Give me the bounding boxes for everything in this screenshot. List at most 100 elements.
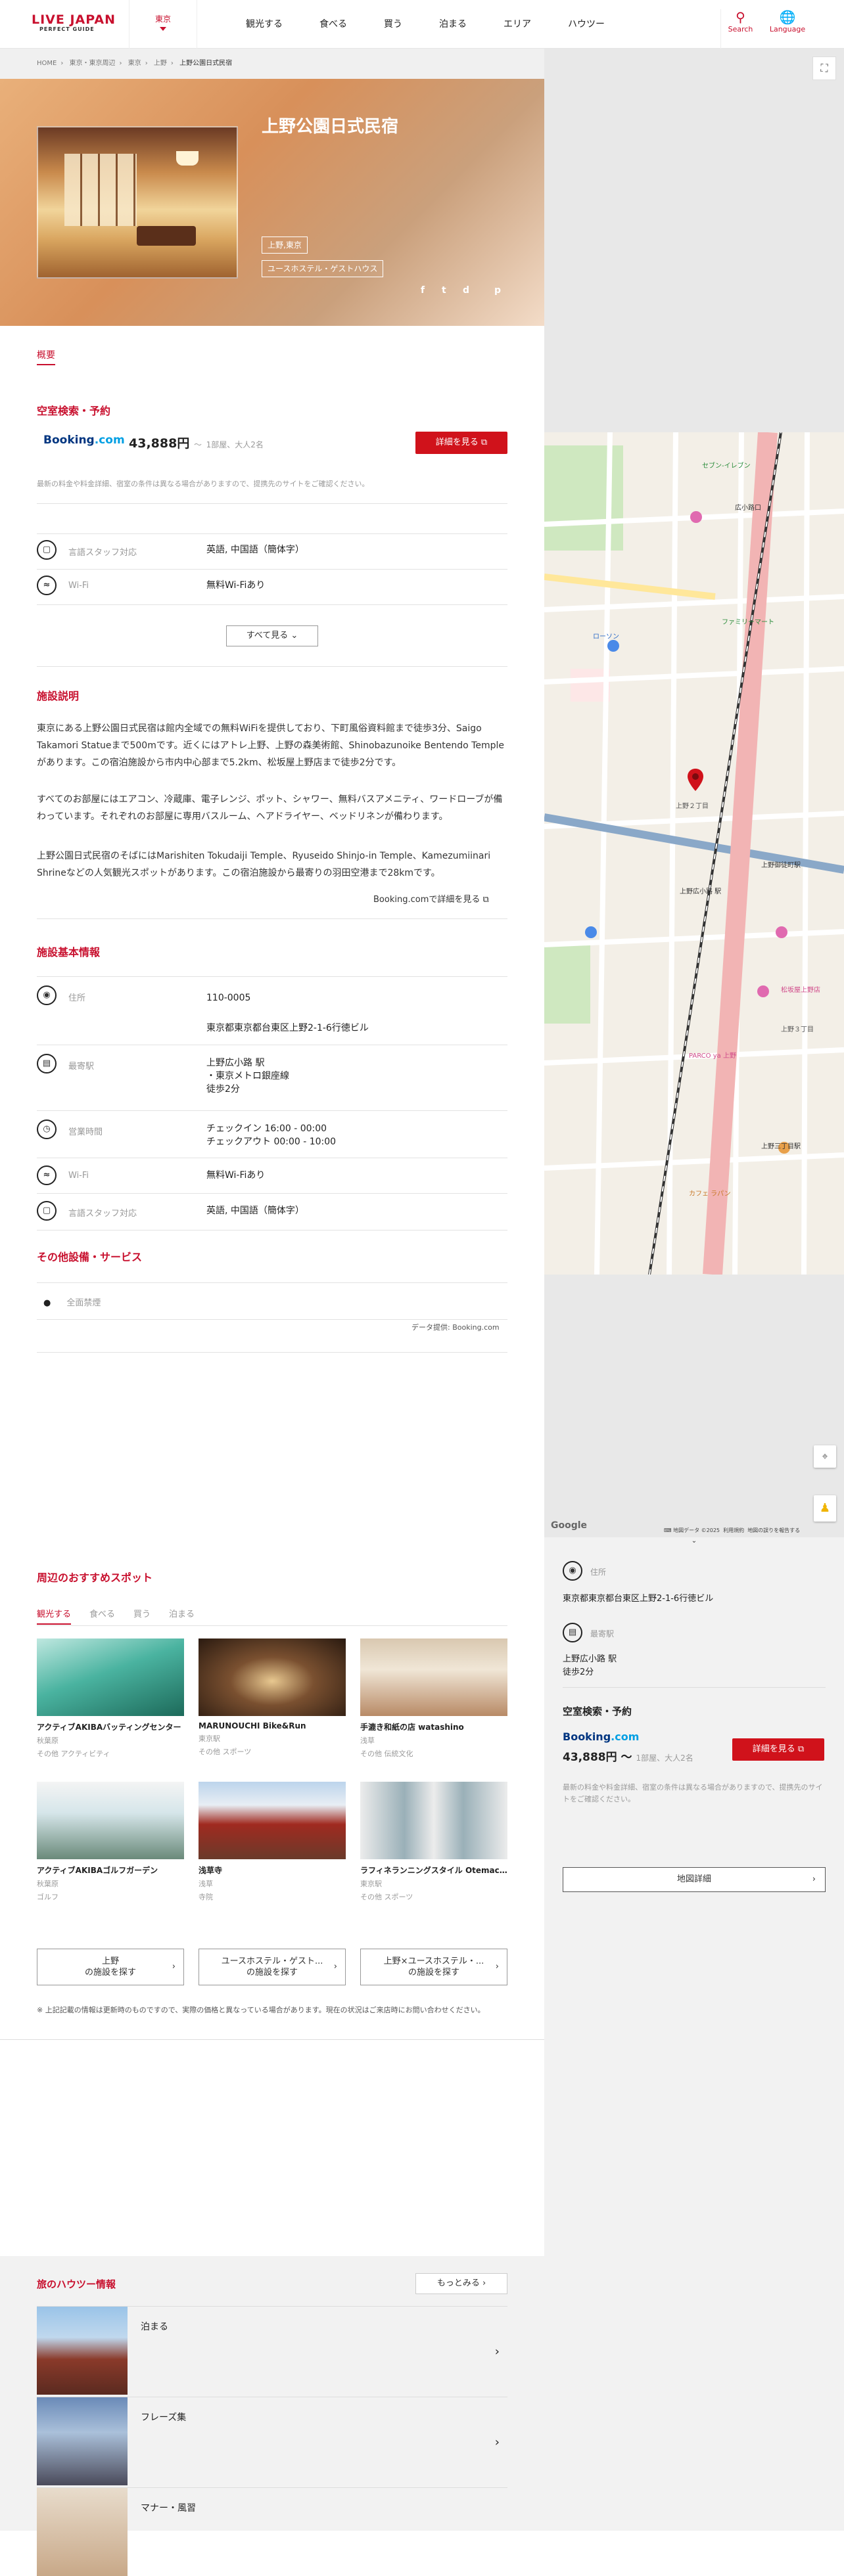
external-link-icon: ⧉: [481, 438, 488, 447]
language-label: Language: [769, 25, 806, 34]
facility-row: ▢ 言語スタッフ対応 英語, 中国語（簡体字）: [37, 540, 507, 568]
train-icon: ▤: [37, 1054, 57, 1073]
booking-detail-button[interactable]: 詳細を見る ⧉: [415, 432, 507, 454]
nearby-footnote: ※ 上記記載の情報は更新時のものですので、実際の価格と異なっている場合があります…: [37, 2006, 485, 2014]
show-all-button[interactable]: すべて見る ⌄: [226, 625, 318, 646]
spot-card[interactable]: MARUNOUCHI Bike&Run 東京駅 その他 スポーツ: [199, 1638, 346, 1757]
description-paragraph: 上野公園日式民宿のそばにはMarishiten Tokudaiji Temple…: [37, 851, 491, 878]
spot-image: [37, 1782, 184, 1859]
spot-image: [360, 1782, 507, 1859]
hero-photo[interactable]: [37, 126, 238, 279]
area-label: 東京: [154, 14, 171, 24]
facebook-icon[interactable]: f: [421, 285, 425, 296]
description-title: 施設説明: [37, 690, 80, 702]
map-label: ローソン: [593, 633, 619, 641]
howto-item[interactable]: フレーズ集 ›: [37, 2397, 507, 2485]
area-selector[interactable]: 東京: [129, 0, 197, 49]
chevron-right-icon: ›: [119, 60, 122, 67]
wifi-icon: ≈: [37, 1165, 57, 1185]
more-button[interactable]: もっとみる ›: [415, 2273, 507, 2294]
location-pin-icon: ◉: [37, 985, 57, 1005]
tab-overview[interactable]: 概要: [37, 348, 55, 365]
chat-icon: ▢: [37, 1201, 57, 1221]
chevron-right-icon: ›: [60, 60, 64, 67]
nav-item-eat[interactable]: 食べる: [301, 0, 365, 49]
description-paragraph: 東京にある上野公園日式民宿は館内全域での無料WiFiを提供しており、下町風俗資料…: [37, 723, 504, 768]
location-pin-icon[interactable]: [688, 769, 703, 791]
booking-more-link[interactable]: Booking.comで詳細を見る ⧉: [373, 892, 489, 905]
tab-stay[interactable]: 泊まる: [169, 1607, 195, 1625]
globe-icon: 🌐: [779, 9, 796, 25]
my-location-icon[interactable]: ⌖: [814, 1445, 836, 1468]
search-button[interactable]: ⚲ Search: [720, 9, 760, 49]
spot-card[interactable]: ラフィネランニングスタイル Otemac... 東京駅 その他 スポーツ: [360, 1782, 507, 1902]
print-icon[interactable]: p: [494, 285, 501, 296]
facility-row: ≈ Wi-Fi 無料Wi-Fiあり: [37, 576, 507, 603]
logo-subtext: PERFECT GUIDE: [39, 26, 95, 32]
map-label: 上野３丁目: [781, 1026, 814, 1033]
map-canvas[interactable]: 上野広小路 駅 セブン-イレブン ファミリーマート ローソン 上野御徒町駅 松坂…: [544, 432, 844, 1275]
chevron-right-icon: ›: [145, 60, 148, 67]
map-label: 上野三丁目駅: [761, 1143, 801, 1150]
poi-pin-icon[interactable]: [690, 511, 702, 523]
nav-item-howto[interactable]: ハウツー: [550, 0, 623, 49]
nearby-tabs: 観光する 食べる 買う 泊まる: [37, 1607, 195, 1625]
poi-pin-icon[interactable]: [776, 926, 787, 938]
nav-item-sightseeing[interactable]: 観光する: [227, 0, 301, 49]
map-terms-link[interactable]: 利用規約: [723, 1527, 744, 1533]
info-row-address: ◉ 住所 110-0005 東京都東京都台東区上野2-1-6行徳ビル: [37, 985, 507, 1045]
main-nav: 観光する 食べる 買う 泊まる エリア ハウツー: [227, 0, 623, 49]
description-paragraph: すべてのお部屋にはエアコン、冷蔵庫、電子レンジ、ポット、シャワー、無料バスアメニ…: [37, 794, 503, 822]
howto-item[interactable]: 泊まる ›: [37, 2306, 507, 2395]
map-label: 広小路口: [735, 505, 761, 512]
howto-image: [37, 2397, 128, 2485]
spot-card[interactable]: 浅草寺 浅草 寺院: [199, 1782, 346, 1902]
nearby-title: 周辺のおすすめスポット: [37, 1571, 153, 1584]
howto-item[interactable]: マナー・風習: [37, 2487, 507, 2576]
breadcrumb-item[interactable]: 東京・東京周辺: [70, 60, 116, 67]
nav-item-stay[interactable]: 泊まる: [421, 0, 485, 49]
weibo-icon[interactable]: d: [463, 285, 469, 296]
street-view-icon[interactable]: ♟: [814, 1495, 836, 1522]
language-button[interactable]: 🌐 Language: [768, 9, 807, 34]
breadcrumb-item[interactable]: 東京: [128, 60, 141, 67]
fullscreen-icon[interactable]: ⛶: [812, 56, 836, 80]
tab-eat[interactable]: 食べる: [89, 1607, 115, 1625]
poi-pin-icon[interactable]: [585, 926, 597, 938]
chevron-right-icon: ›: [333, 1962, 337, 1972]
site-logo[interactable]: LIVE JAPAN PERFECT GUIDE: [32, 13, 116, 33]
spot-image: [360, 1638, 507, 1716]
chat-icon: ▢: [37, 540, 57, 560]
external-link-icon: ⧉: [482, 895, 489, 905]
poi-pin-icon[interactable]: [607, 640, 619, 652]
price-note: 1部屋、大人2名: [206, 440, 264, 449]
sidebar-detail-button[interactable]: 詳細を見る ⧉: [732, 1738, 824, 1761]
explore-area-category-button[interactable]: 上野×ユースホステル・... の施設を探す ›: [360, 1949, 507, 1985]
tab-shop[interactable]: 買う: [133, 1607, 151, 1625]
nav-item-shop[interactable]: 買う: [365, 0, 421, 49]
poi-pin-icon[interactable]: [757, 985, 769, 997]
map-detail-button[interactable]: 地図詳細 ›: [563, 1867, 826, 1892]
search-label: Search: [728, 25, 753, 34]
station-value: 上野広小路 駅徒歩2分: [563, 1654, 617, 1677]
chevron-down-icon[interactable]: ⌄: [563, 1537, 826, 1545]
basic-info-title: 施設基本情報: [37, 946, 101, 959]
howto-title: 旅のハウツー情報: [37, 2278, 116, 2290]
chevron-right-icon: ›: [482, 2278, 486, 2288]
nav-item-area[interactable]: エリア: [485, 0, 550, 49]
spot-card[interactable]: 手漉き和紙の店 watashino 浅草 その他 伝統文化: [360, 1638, 507, 1759]
spot-card[interactable]: アクティブAKIBAバッティングセンター 秋葉原 その他 アクティビティ: [37, 1638, 184, 1759]
spot-card[interactable]: アクティブAKIBAゴルフガーデン 秋葉原 ゴルフ: [37, 1782, 184, 1902]
tab-sightseeing[interactable]: 観光する: [37, 1607, 72, 1625]
breadcrumb-item[interactable]: HOME: [37, 60, 57, 67]
explore-category-button[interactable]: ユースホステル・ゲスト... の施設を探す ›: [199, 1949, 346, 1985]
category-tag[interactable]: ユースホステル・ゲストハウス: [262, 260, 384, 277]
chevron-down-icon: ⌄: [291, 631, 298, 641]
breadcrumb-item[interactable]: 上野: [154, 60, 167, 67]
area-tag[interactable]: 上野,東京: [262, 237, 308, 254]
twitter-icon[interactable]: t: [442, 285, 446, 296]
map-report-link[interactable]: 地図の誤りを報告する: [747, 1527, 800, 1533]
explore-area-button[interactable]: 上野 の施設を探す ›: [37, 1949, 184, 1985]
booking-disclaimer: 最新の料金や料金詳細、宿室の条件は異なる場合がありますので、提携先のサイトをご確…: [37, 480, 369, 488]
clock-icon: ◷: [37, 1119, 57, 1139]
